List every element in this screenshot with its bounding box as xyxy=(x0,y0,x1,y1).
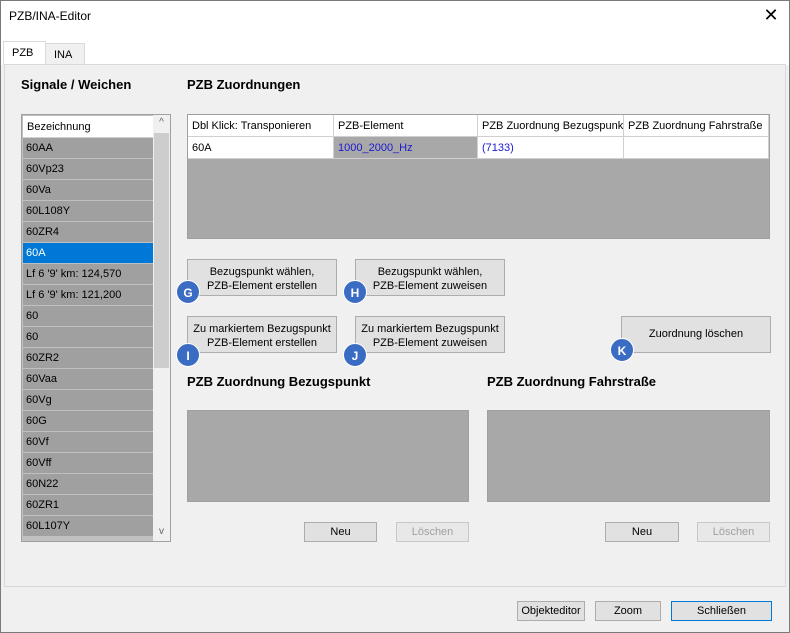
signals-list-item[interactable]: 60ZR2 xyxy=(23,348,153,369)
badge-h: H xyxy=(343,280,367,304)
signals-list-item[interactable]: 60 xyxy=(23,327,153,348)
signals-list-item[interactable]: 60Vf xyxy=(23,432,153,453)
button-line: Zu markiertem Bezugspunkt xyxy=(361,323,499,335)
fahrstrasse-delete-button[interactable]: Löschen xyxy=(697,522,770,542)
signals-list-body: Bezeichnung 60AA 60Vp23 60Va 60L108Y 60ZR4 60… xyxy=(23,116,153,537)
bezugspunkt-title: PZB Zuordnung Bezugspunkt xyxy=(187,374,371,389)
window-title: PZB/INA-Editor xyxy=(9,9,92,23)
column-header-bezugspunkt[interactable]: PZB Zuordnung Bezugspunkt xyxy=(478,115,624,137)
button-line: Bezugspunkt wählen, xyxy=(377,266,483,278)
signals-list-item[interactable]: 60N22 xyxy=(23,474,153,495)
button-line: PZB-Element zuweisen xyxy=(372,280,488,292)
signals-list-item[interactable]: 60Vaa xyxy=(23,369,153,390)
signals-list-item[interactable]: 60A xyxy=(23,243,153,264)
button-line: PZB-Element erstellen xyxy=(206,280,318,292)
cell-fahrstrasse[interactable] xyxy=(624,137,769,159)
fahrstrasse-title: PZB Zuordnung Fahrstraße xyxy=(487,374,656,389)
tab-pzb-label: PZB xyxy=(12,47,34,59)
zuordnungen-title: PZB Zuordnungen xyxy=(187,77,301,92)
chevron-up-icon[interactable]: ^ xyxy=(153,115,170,132)
fahrstrasse-new-button[interactable]: Neu xyxy=(605,522,679,542)
column-header-fahrstrasse[interactable]: PZB Zuordnung Fahrstraße xyxy=(624,115,769,137)
signals-list-item[interactable]: 60Vg xyxy=(23,390,153,411)
signals-list-item[interactable]: 60G xyxy=(23,411,153,432)
signals-list-item[interactable]: 60Vp23 xyxy=(23,159,153,180)
signals-list-item[interactable]: 60 xyxy=(23,306,153,327)
objekteditor-button[interactable]: Objekteditor xyxy=(517,601,585,621)
signals-list-header[interactable]: Bezeichnung xyxy=(23,116,153,138)
cell-pzb-element[interactable]: 1000_2000_Hz xyxy=(334,137,478,159)
zoom-button[interactable]: Zoom xyxy=(595,601,661,621)
signals-scrollbar[interactable]: ^ v xyxy=(153,115,170,541)
signals-list-item[interactable]: 60Va xyxy=(23,180,153,201)
pzb-ina-editor-window: PZB/INA-Editor ✕ PZB INA Signale / Weich… xyxy=(0,0,790,633)
signals-list: Bezeichnung 60AA 60Vp23 60Va 60L108Y 60ZR4 60… xyxy=(21,114,171,542)
signals-list-item[interactable]: 60ZR1 xyxy=(23,495,153,516)
button-line: PZB-Element zuweisen xyxy=(372,337,488,349)
scroll-thumb[interactable] xyxy=(154,133,169,368)
fahrstrasse-list[interactable] xyxy=(487,410,770,502)
close-icon[interactable]: ✕ xyxy=(759,4,783,28)
chevron-down-icon[interactable]: v xyxy=(153,524,170,541)
markiert-bezugspunkt-zuweisen-button[interactable]: Zu markiertem Bezugspunkt PZB-Element zu… xyxy=(355,316,505,353)
bezugspunkt-list[interactable] xyxy=(187,410,469,502)
column-header-pzb-element[interactable]: PZB-Element xyxy=(334,115,478,137)
signals-list-item[interactable]: 60L108Y xyxy=(23,201,153,222)
schliessen-button[interactable]: Schließen xyxy=(671,601,772,621)
button-line: Zu markiertem Bezugspunkt xyxy=(193,323,331,335)
column-header-transponieren[interactable]: Dbl Klick: Transponieren xyxy=(188,115,334,137)
zuordnung-loeschen-button[interactable]: Zuordnung löschen xyxy=(621,316,771,353)
signals-list-item[interactable]: 60Vff xyxy=(23,453,153,474)
bezugspunkt-waehlen-zuweisen-button[interactable]: Bezugspunkt wählen, PZB-Element zuweisen xyxy=(355,259,505,296)
tab-pzb[interactable]: PZB xyxy=(3,41,46,65)
signals-title: Signale / Weichen xyxy=(21,77,132,92)
bezugspunkt-waehlen-erstellen-button[interactable]: Bezugspunkt wählen, PZB-Element erstelle… xyxy=(187,259,337,296)
signals-list-item[interactable]: 60ZR4 xyxy=(23,222,153,243)
badge-j: J xyxy=(343,343,367,367)
zuordnungen-grid: Dbl Klick: Transponieren PZB-Element PZB… xyxy=(187,114,770,239)
tab-ina-label: INA xyxy=(54,49,73,61)
bezugspunkt-new-button[interactable]: Neu xyxy=(304,522,377,542)
button-line: Bezugspunkt wählen, xyxy=(209,266,315,278)
bezugspunkt-delete-button[interactable]: Löschen xyxy=(396,522,469,542)
button-line: PZB-Element erstellen xyxy=(206,337,318,349)
markiert-bezugspunkt-erstellen-button[interactable]: Zu markiertem Bezugspunkt PZB-Element er… xyxy=(187,316,337,353)
cell-bezugspunkt[interactable]: (7133) xyxy=(478,137,624,159)
badge-i: I xyxy=(176,343,200,367)
title-bar: PZB/INA-Editor ✕ xyxy=(1,1,789,31)
signals-list-item[interactable]: 60AA xyxy=(23,138,153,159)
signals-list-item[interactable]: 60L107Y xyxy=(23,516,153,537)
badge-k: K xyxy=(610,338,634,362)
signals-list-item[interactable]: Lf 6 '9' km: 124,570 xyxy=(23,264,153,285)
badge-g: G xyxy=(176,280,200,304)
signals-list-item[interactable]: Lf 6 '9' km: 121,200 xyxy=(23,285,153,306)
cell-bezeichnung[interactable]: 60A xyxy=(188,137,334,159)
tab-bar: PZB INA xyxy=(1,31,789,65)
tab-ina[interactable]: INA xyxy=(45,43,85,65)
